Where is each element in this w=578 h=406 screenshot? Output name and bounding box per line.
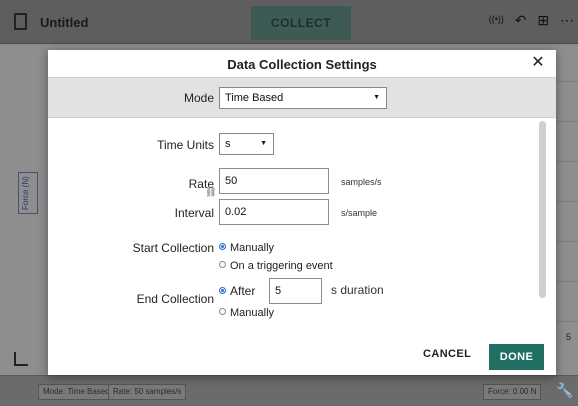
mode-select[interactable]: Time Based ▼	[219, 87, 387, 109]
app-title: Untitled	[40, 15, 89, 30]
start-trigger-option[interactable]: On a triggering event	[219, 259, 333, 273]
more-icon[interactable]: ⋯	[560, 12, 574, 29]
start-manually-label: Manually	[230, 242, 275, 254]
undo-icon[interactable]: ↶	[515, 12, 527, 29]
start-manually-option[interactable]: Manually	[219, 241, 274, 255]
link-icon[interactable]: ⛓	[205, 187, 216, 198]
chevron-down-icon: ▼	[260, 140, 267, 147]
radio-unselected-icon[interactable]	[219, 308, 226, 315]
end-manually-label: Manually	[230, 307, 275, 319]
done-button[interactable]: DONE	[489, 344, 544, 370]
radio-selected-icon[interactable]	[219, 243, 226, 250]
interval-unit: s/sample	[341, 208, 378, 218]
end-after-option[interactable]: After	[219, 284, 255, 298]
radio-selected-icon[interactable]	[219, 287, 226, 294]
end-manually-option[interactable]: Manually	[219, 306, 274, 320]
dialog-scrollbar[interactable]	[539, 121, 546, 298]
start-collection-label: Start Collection	[132, 241, 214, 255]
interval-label: Interval	[174, 206, 214, 220]
end-duration-unit: s duration	[331, 283, 384, 297]
time-units-value: s	[225, 138, 231, 150]
wrench-icon[interactable]: 🔧	[556, 382, 573, 399]
rate-unit: samples/s	[341, 177, 382, 187]
mode-bar: Mode Time Based ▼	[48, 77, 556, 118]
status-bar: Mode: Time Based Rate: 50 samples/s Forc…	[0, 375, 578, 406]
header-icons: ((•)) ↶ ⊞ ⋯	[482, 12, 574, 29]
collect-button[interactable]: COLLECT	[251, 6, 351, 40]
app-header: Untitled COLLECT ((•)) ↶ ⊞ ⋯	[0, 0, 578, 44]
file-icon[interactable]	[14, 13, 27, 30]
mode-select-value: Time Based	[225, 92, 284, 104]
time-units-label: Time Units	[157, 138, 214, 152]
radio-unselected-icon[interactable]	[219, 261, 226, 268]
rate-input[interactable]: 50	[219, 168, 329, 194]
cancel-button[interactable]: CANCEL	[423, 348, 471, 360]
x-axis-tick-label: 5	[566, 332, 572, 342]
status-rate[interactable]: Rate: 50 samples/s	[108, 384, 187, 400]
sensor-icon[interactable]: ((•))	[489, 14, 504, 24]
time-units-select[interactable]: s ▼	[219, 133, 274, 155]
y-axis-label: Force (N)	[21, 176, 30, 210]
end-duration-input[interactable]: 5	[269, 278, 322, 304]
dialog-title: Data Collection Settings	[227, 57, 377, 72]
layout-icon[interactable]: ⊞	[537, 12, 549, 29]
rate-label: Rate	[188, 177, 214, 191]
dialog-header: Data Collection Settings ✕	[48, 50, 556, 75]
status-force[interactable]: Force: 0.00 N	[483, 384, 542, 400]
chevron-down-icon: ▼	[373, 94, 380, 101]
status-mode[interactable]: Mode: Time Based	[38, 384, 115, 400]
mode-label: Mode	[183, 91, 214, 105]
interval-input[interactable]: 0.02	[219, 199, 329, 225]
end-collection-label: End Collection	[136, 292, 214, 306]
close-icon[interactable]: ✕	[530, 54, 546, 72]
graph-tool-icon[interactable]	[14, 352, 28, 366]
end-after-label: After	[230, 284, 256, 298]
dialog-footer: CANCEL DONE	[48, 339, 556, 375]
dialog-body	[48, 119, 556, 339]
start-trigger-label: On a triggering event	[230, 260, 333, 272]
data-collection-settings-dialog: Data Collection Settings ✕ Mode Time Bas…	[48, 50, 556, 375]
